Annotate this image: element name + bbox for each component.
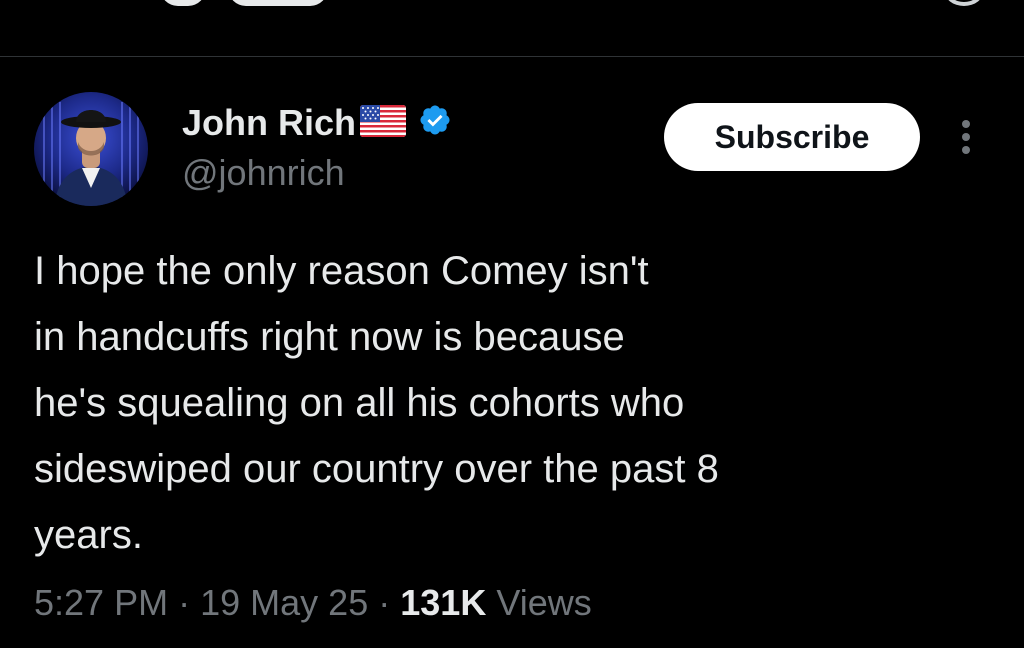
verified-badge-icon[interactable]: [418, 103, 452, 146]
more-vertical-icon[interactable]: [952, 117, 980, 157]
refresh-icon-fragment[interactable]: [944, 0, 984, 6]
author-display-name[interactable]: John Rich: [182, 102, 356, 144]
author-handle[interactable]: @johnrich: [182, 152, 345, 194]
views-count[interactable]: 131K: [400, 582, 486, 623]
us-flag-icon: [360, 104, 407, 146]
tweet-date[interactable]: 19 May 25: [200, 582, 368, 623]
header-title-fragment: [228, 0, 328, 6]
author-name-row[interactable]: John Rich: [182, 100, 452, 146]
back-arrow-icon-fragment[interactable]: [160, 0, 206, 6]
meta-separator: ·: [178, 582, 191, 623]
tweet-text: I hope the only reason Comey isn't in ha…: [34, 249, 719, 557]
top-navigation-bar: [0, 0, 1024, 57]
subscribe-button[interactable]: Subscribe: [664, 103, 920, 171]
tweet-meta: 5:27 PM · 19 May 25 · 131K Views: [34, 582, 592, 624]
avatar[interactable]: [34, 92, 148, 206]
meta-separator: ·: [378, 582, 391, 623]
tweet-time[interactable]: 5:27 PM: [34, 582, 168, 623]
views-label: Views: [496, 582, 592, 623]
avatar-image: [34, 92, 148, 206]
